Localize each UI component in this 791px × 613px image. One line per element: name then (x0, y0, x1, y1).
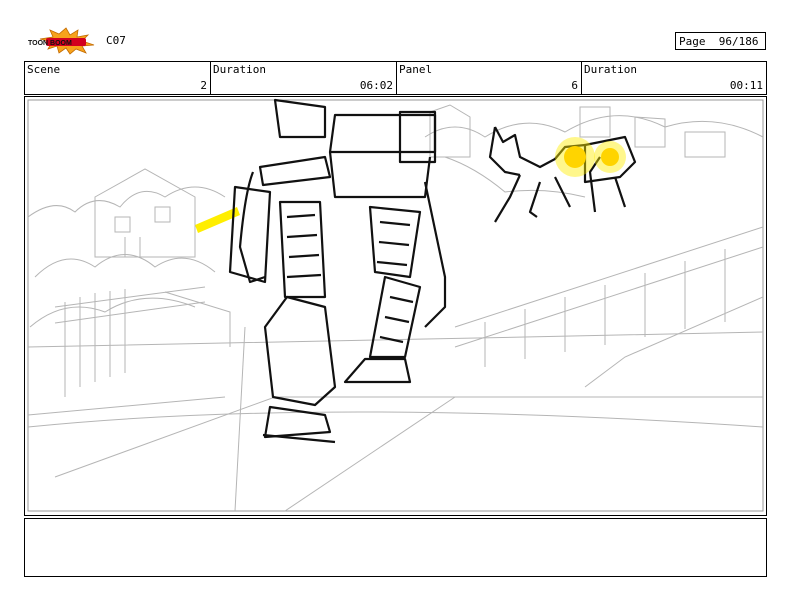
storyboard-panel (24, 96, 767, 516)
safe-frame (27, 99, 764, 512)
logo-text: TOON BOOM (28, 40, 72, 47)
panel-cell: Panel 6 (397, 62, 582, 94)
panel-duration-value: 00:11 (729, 79, 763, 92)
eye-right (601, 148, 619, 166)
page-counter: Page 96/186 (675, 32, 766, 50)
storyboard-code: C07 (106, 34, 126, 47)
panel-duration-label: Duration (584, 63, 637, 76)
page-value: 96/186 (718, 35, 759, 48)
background-sketch (27, 104, 764, 512)
drone-creature (488, 126, 637, 223)
scene-cell: Scene 2 (25, 62, 211, 94)
scene-duration-label: Duration (213, 63, 266, 76)
scene-label: Scene (27, 63, 61, 76)
panel-sketch (27, 98, 764, 512)
dialogue-notes-box (24, 518, 767, 577)
scene-duration-cell: Duration 06:02 (211, 62, 397, 94)
toon-boom-logo: TOON BOOM (28, 27, 95, 55)
eye-left (564, 146, 586, 168)
scene-duration-value: 06:02 (359, 79, 393, 92)
panel-value: 6 (571, 79, 578, 92)
robot-mech (228, 98, 447, 444)
scene-value: 2 (200, 79, 207, 92)
panel-label: Panel (399, 63, 433, 76)
info-bar: Scene 2 Duration 06:02 Panel 6 Duration … (24, 61, 767, 95)
page-label: Page (679, 35, 706, 48)
panel-duration-cell: Duration 00:11 (582, 62, 766, 94)
